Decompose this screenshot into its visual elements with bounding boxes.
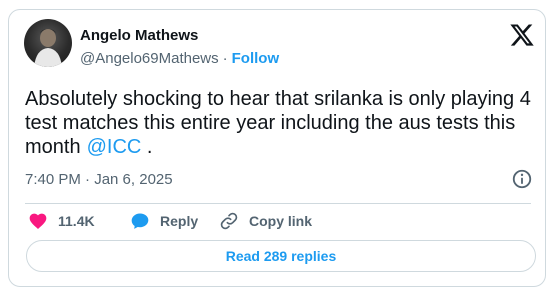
author-handle[interactable]: @Angelo69Mathews [80, 50, 219, 67]
link-icon [220, 212, 238, 230]
read-replies-button[interactable]: Read 289 replies [26, 240, 536, 272]
author-name[interactable]: Angelo Mathews [80, 27, 198, 44]
like-count: 11.4K [58, 213, 95, 229]
x-logo-icon[interactable] [509, 22, 535, 48]
reply-label: Reply [160, 213, 199, 229]
timestamp[interactable]: 7:40 PM · Jan 6, 2025 [25, 171, 173, 188]
speech-bubble-icon [131, 213, 149, 229]
tweet-card: Angelo Mathews @Angelo69Mathews · Follow A… [8, 9, 546, 287]
heart-icon [29, 213, 47, 229]
mention-link[interactable]: @ICC [87, 136, 142, 158]
tweet-text-end: . [146, 136, 153, 158]
info-icon[interactable] [511, 168, 533, 190]
separator-dot: · [222, 50, 228, 67]
copy-link-label: Copy link [249, 213, 313, 229]
follow-button[interactable]: Follow [232, 50, 280, 67]
handle-row: @Angelo69Mathews · Follow [80, 50, 279, 67]
avatar[interactable] [24, 19, 72, 67]
copy-link-button[interactable]: Copy link [219, 210, 312, 232]
avatar-photo [34, 29, 62, 67]
reply-button[interactable]: Reply [130, 210, 198, 232]
tweet-text: Absolutely shocking to hear that srilank… [25, 87, 535, 159]
like-button[interactable]: 11.4K [28, 210, 95, 232]
divider [25, 203, 531, 204]
